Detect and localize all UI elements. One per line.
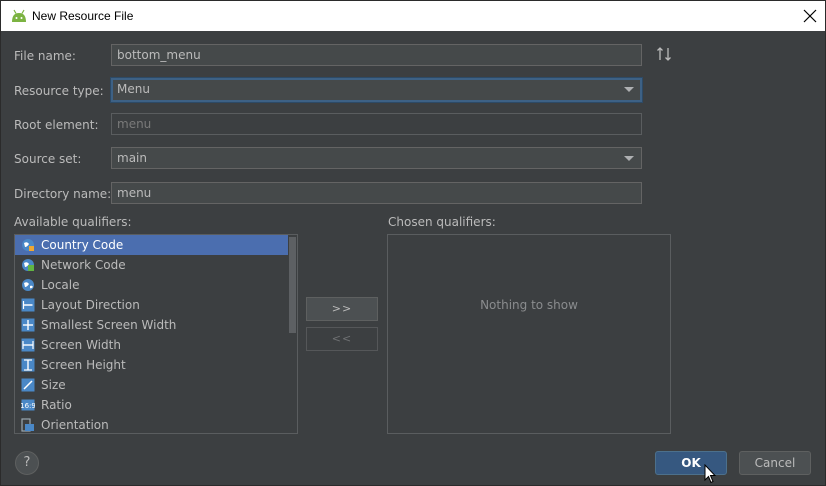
list-item-smallest-screen-width[interactable]: Smallest Screen Width <box>15 315 288 335</box>
list-item-label: Screen Height <box>41 358 126 372</box>
list-item-screen-width[interactable]: Screen Width <box>15 335 288 355</box>
file-name-input[interactable]: bottom_menu <box>111 44 642 66</box>
list-item-locale[interactable]: Locale <box>15 275 288 295</box>
ok-button[interactable]: OK <box>655 451 727 475</box>
file-name-label: File name: <box>14 49 76 63</box>
globe-icon <box>22 279 34 291</box>
list-item-label: Smallest Screen Width <box>41 318 177 332</box>
resource-type-select[interactable]: Menu <box>111 78 642 102</box>
cancel-button[interactable]: Cancel <box>739 451 811 475</box>
sort-icon[interactable] <box>656 46 672 62</box>
available-qualifiers-title: Available qualifiers: <box>14 215 132 229</box>
list-item-layout-direction[interactable]: Layout Direction <box>15 295 288 315</box>
chosen-qualifiers-list[interactable]: Nothing to show <box>387 234 671 434</box>
directory-name-label: Directory name: <box>14 187 112 201</box>
list-item-label: Orientation <box>41 418 109 432</box>
available-qualifiers-list[interactable]: Country Code Network Code Locale Layout … <box>14 234 298 434</box>
orientation-icon <box>21 418 34 432</box>
source-set-select[interactable]: main <box>111 147 642 169</box>
window-title: New Resource File <box>32 9 134 23</box>
list-item-size[interactable]: Size <box>15 375 288 395</box>
resource-type-label: Resource type: <box>14 84 104 98</box>
svg-text:16:9: 16:9 <box>21 402 35 410</box>
root-element-input[interactable]: menu <box>111 113 642 135</box>
directory-name-input[interactable]: menu <box>111 182 642 204</box>
list-item-orientation[interactable]: Orientation <box>15 415 288 433</box>
list-item-label: Country Code <box>41 238 124 252</box>
list-item-ratio[interactable]: 16:9 Ratio <box>15 395 288 415</box>
screen-height-icon <box>21 358 35 372</box>
screen-width-icon <box>21 338 35 352</box>
scrollbar-thumb[interactable] <box>289 237 296 333</box>
chevron-down-icon <box>624 87 634 92</box>
source-set-value: main <box>117 151 147 165</box>
help-button[interactable]: ? <box>15 451 39 475</box>
resource-type-value: Menu <box>117 82 150 96</box>
smallest-width-icon <box>21 318 35 332</box>
list-item-network-code[interactable]: Network Code <box>15 255 288 275</box>
add-qualifier-button[interactable]: >> <box>306 297 378 321</box>
size-icon <box>21 378 35 392</box>
source-set-label: Source set: <box>14 152 82 166</box>
layout-direction-icon <box>21 298 35 312</box>
chosen-qualifiers-title: Chosen qualifiers: <box>388 215 496 229</box>
list-item-screen-height[interactable]: Screen Height <box>15 355 288 375</box>
network-code-icon <box>22 259 34 271</box>
list-item-country-code[interactable]: Country Code <box>15 235 288 255</box>
title-bar: New Resource File <box>1 1 825 31</box>
remove-qualifier-button[interactable]: << <box>306 327 378 351</box>
list-item-label: Locale <box>41 278 80 292</box>
list-item-label: Ratio <box>41 398 72 412</box>
country-code-icon <box>22 239 34 251</box>
root-element-label: Root element: <box>14 118 99 132</box>
list-item-label: Screen Width <box>41 338 121 352</box>
list-item-label: Layout Direction <box>41 298 140 312</box>
chevron-down-icon <box>624 156 634 161</box>
list-item-label: Network Code <box>41 258 126 272</box>
android-icon <box>12 9 26 22</box>
ratio-icon: 16:9 <box>21 399 35 411</box>
close-icon[interactable] <box>801 7 819 25</box>
new-resource-file-dialog: New Resource File File name: bottom_menu… <box>0 0 826 486</box>
list-item-label: Size <box>41 378 66 392</box>
empty-state-text: Nothing to show <box>480 298 578 312</box>
